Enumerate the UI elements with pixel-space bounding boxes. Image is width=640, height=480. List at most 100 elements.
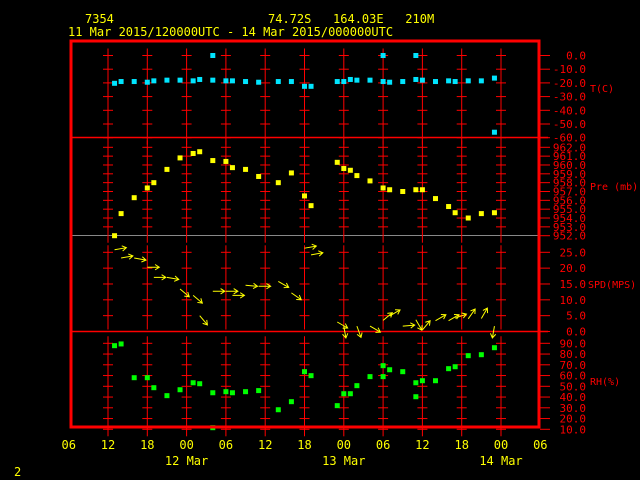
pressure-point bbox=[243, 166, 249, 172]
y-tick-label: -20.0 bbox=[553, 77, 586, 90]
x-tick-label: 00 bbox=[337, 438, 351, 452]
rh-point bbox=[478, 352, 484, 358]
x-tick-label: 06 bbox=[533, 438, 547, 452]
wind-arrow bbox=[382, 312, 394, 321]
temperature-point bbox=[197, 76, 203, 82]
temperature-point bbox=[131, 79, 137, 85]
rh-point bbox=[131, 375, 137, 381]
x-tick-label: 18 bbox=[140, 438, 154, 452]
temperature-point bbox=[380, 53, 386, 58]
rh-point bbox=[380, 363, 386, 369]
pressure-point bbox=[288, 170, 294, 176]
y-tick-label: 10.0 bbox=[560, 423, 587, 436]
pressure-point bbox=[177, 155, 183, 161]
x-tick-label: 12 bbox=[258, 438, 272, 452]
rh-point bbox=[433, 378, 438, 384]
pressure-point bbox=[190, 150, 196, 156]
pressure-point bbox=[478, 211, 484, 217]
pressure-point bbox=[151, 180, 157, 186]
rh-point bbox=[275, 407, 281, 413]
temperature-point bbox=[229, 78, 235, 84]
y-tick-label: 10.0 bbox=[560, 294, 587, 307]
temperature-point bbox=[419, 77, 425, 83]
temperature-point bbox=[452, 79, 458, 85]
temperature-point bbox=[151, 78, 157, 84]
rh-point bbox=[347, 391, 353, 397]
temperature-point bbox=[341, 79, 347, 85]
rh-point bbox=[413, 394, 419, 400]
panel-label-pressure: Pre (mb) bbox=[590, 182, 638, 193]
y-tick-label: -10.0 bbox=[553, 63, 586, 76]
y-tick-label: -40.0 bbox=[553, 104, 586, 117]
rh-point bbox=[341, 391, 347, 397]
time-period: 11 Mar 2015/120000UTC - 14 Mar 2015/0000… bbox=[68, 25, 393, 39]
rh-point bbox=[151, 385, 157, 391]
pressure-point bbox=[229, 165, 235, 171]
temperature-point bbox=[243, 79, 249, 85]
temperature-point bbox=[446, 78, 452, 84]
wind-arrow bbox=[415, 319, 423, 331]
pressure-point bbox=[118, 211, 124, 217]
y-tick-label: 952.0 bbox=[553, 230, 586, 243]
wind-arrow bbox=[245, 282, 259, 290]
wind-arrow bbox=[121, 253, 134, 260]
rh-point bbox=[288, 399, 294, 405]
wind-arrow bbox=[179, 288, 190, 298]
wind-arrow bbox=[212, 288, 226, 295]
rh-point bbox=[118, 341, 124, 347]
pressure-point bbox=[446, 204, 452, 210]
pressure-point bbox=[380, 185, 386, 191]
x-tick-label: 12 bbox=[101, 438, 115, 452]
wind-arrow bbox=[402, 322, 416, 329]
pressure-point bbox=[341, 166, 347, 172]
rh-point bbox=[308, 373, 314, 379]
temperature-point bbox=[210, 77, 216, 83]
pressure-point bbox=[433, 196, 438, 202]
wind-arrow bbox=[291, 292, 302, 301]
pressure-point bbox=[164, 166, 170, 172]
wind-arrow bbox=[225, 288, 239, 295]
rh-point bbox=[243, 389, 249, 395]
wind-arrow bbox=[467, 308, 476, 320]
pressure-point bbox=[347, 167, 353, 173]
rh-point bbox=[465, 353, 471, 359]
pressure-point bbox=[413, 187, 419, 193]
rh-point bbox=[302, 369, 307, 375]
wind-arrow bbox=[199, 315, 209, 326]
temperature-point bbox=[112, 80, 118, 86]
temperature-point bbox=[144, 79, 150, 85]
rh-point bbox=[452, 364, 458, 370]
temperature-point bbox=[210, 53, 216, 58]
x-date-label: 14 Mar bbox=[479, 454, 522, 468]
pressure-point bbox=[256, 173, 262, 179]
rh-point bbox=[144, 375, 150, 381]
wind-arrow bbox=[422, 320, 431, 331]
rh-point bbox=[112, 343, 118, 349]
pressure-point bbox=[223, 158, 229, 164]
temperature-point bbox=[118, 79, 124, 85]
panel-label-rh: RH(%) bbox=[590, 377, 620, 388]
y-tick-label: 15.0 bbox=[560, 278, 587, 291]
temperature-point bbox=[347, 76, 353, 82]
x-tick-label: 12 bbox=[415, 438, 429, 452]
x-tick-label: 00 bbox=[494, 438, 508, 452]
temperature-point bbox=[190, 78, 196, 84]
rh-point bbox=[334, 403, 340, 409]
pressure-point bbox=[400, 189, 406, 194]
y-tick-label: -30.0 bbox=[553, 91, 586, 104]
wind-arrow bbox=[153, 274, 167, 281]
wind-arrow bbox=[304, 243, 318, 250]
temperature-point bbox=[275, 79, 281, 85]
pressure-point bbox=[419, 187, 425, 193]
y-tick-label: -50.0 bbox=[553, 118, 586, 131]
x-date-label: 12 Mar bbox=[165, 454, 208, 468]
station-id: 7354 bbox=[85, 12, 114, 26]
pressure-point bbox=[334, 159, 340, 165]
pressure-point bbox=[465, 215, 471, 221]
pressure-point bbox=[491, 210, 497, 216]
rh-point bbox=[354, 383, 360, 389]
rh-point bbox=[491, 345, 497, 351]
temperature-point bbox=[177, 77, 183, 83]
rh-point bbox=[210, 390, 216, 396]
pressure-point bbox=[302, 193, 307, 199]
